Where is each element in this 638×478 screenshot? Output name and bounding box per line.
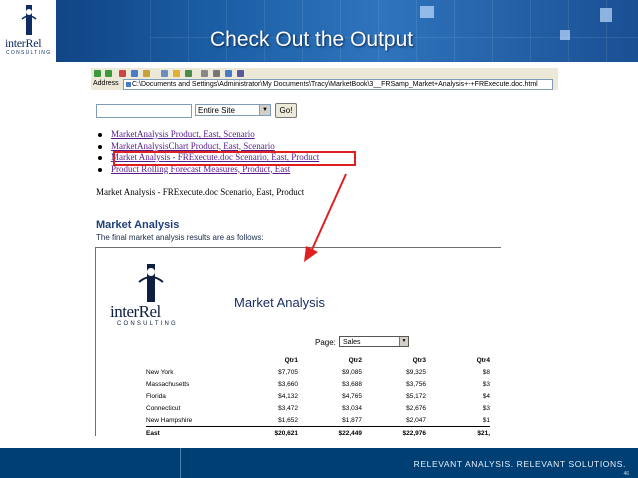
report-link[interactable]: MarketAnalysisChart Product, East, Scena… xyxy=(111,141,275,151)
table-cell: $3 xyxy=(482,404,490,412)
address-field[interactable]: C:\Documents and Settings\Administrator\… xyxy=(123,79,553,90)
table-cell: $3,688 xyxy=(342,380,362,388)
mail-icon[interactable] xyxy=(201,70,208,77)
doc-logo-name: interRel xyxy=(110,302,161,321)
table-cell: $1,877 xyxy=(342,416,362,424)
table-cell: $4,765 xyxy=(342,392,362,400)
forward-icon[interactable] xyxy=(105,70,112,77)
table-cell: $3,660 xyxy=(278,380,298,388)
slide-title: Check Out the Output xyxy=(210,28,414,51)
address-url: C:\Documents and Settings\Administrator\… xyxy=(132,81,538,88)
table-header-cell: Qtr4 xyxy=(476,356,490,364)
table-cell: $3 xyxy=(482,380,490,388)
search-input[interactable] xyxy=(96,104,192,118)
site-scope-select[interactable]: Entire Site ▼ xyxy=(195,104,271,116)
page-icon xyxy=(126,82,131,87)
table-cell: $21, xyxy=(426,426,490,436)
table-cell: $3,034 xyxy=(342,404,362,412)
site-scope-value: Entire Site xyxy=(198,106,235,115)
table-row: Connecticut $3,472 $3,034 $2,676 $3 xyxy=(146,402,490,414)
doc-logo-sub: CONSULTING xyxy=(117,321,178,327)
favorites-icon[interactable] xyxy=(173,70,180,77)
logo-name: interRel xyxy=(5,36,42,50)
footer-divider xyxy=(180,448,181,478)
page-select[interactable]: Sales ▼ xyxy=(339,336,409,347)
bullet-icon xyxy=(98,133,102,137)
chevron-down-icon[interactable]: ▼ xyxy=(259,105,270,115)
table-header-cell: Qtr3 xyxy=(412,356,426,364)
report-link[interactable]: MarketAnalysis Product, East, Scenario xyxy=(111,129,255,139)
table-cell: $2,047 xyxy=(406,416,426,424)
table-cell: $4 xyxy=(482,392,490,400)
table-cell: $5,172 xyxy=(406,392,426,400)
print-icon[interactable] xyxy=(213,70,220,77)
table-cell: $9,325 xyxy=(406,368,426,376)
table-header-cell: Qtr2 xyxy=(348,356,362,364)
table-header-cell: Qtr1 xyxy=(284,356,298,364)
table-cell: $3,472 xyxy=(278,404,298,412)
table-cell: $22,449 xyxy=(298,426,362,436)
table-header-row: Qtr1 Qtr2 Qtr3 Qtr4 xyxy=(146,354,490,366)
edit-icon[interactable] xyxy=(225,70,232,77)
back-icon[interactable] xyxy=(94,70,101,77)
header-square-decoration xyxy=(600,8,612,22)
interrel-logo: interRel CONSULTING xyxy=(0,0,56,62)
page-label: Page: xyxy=(315,338,336,347)
interrel-logo-mark-icon xyxy=(138,264,164,302)
list-item: MarketAnalysis Product, East, Scenario xyxy=(98,129,319,141)
row-label: Connecticut xyxy=(146,404,181,412)
table-cell: $4,132 xyxy=(278,392,298,400)
bullet-icon xyxy=(98,144,102,149)
row-label: Florida xyxy=(146,392,166,400)
discuss-icon[interactable] xyxy=(237,70,244,77)
table-row: New Hampshire $1,652 $1,877 $2,047 $1 xyxy=(146,414,490,427)
address-label: Address xyxy=(93,80,119,87)
header-square-decoration xyxy=(560,30,570,40)
table-row: New York $7,705 $9,085 $9,325 $8 xyxy=(146,366,490,378)
tagline: RELEVANT ANALYSIS. RELEVANT SOLUTIONS. xyxy=(413,459,626,469)
history-icon[interactable] xyxy=(185,70,192,77)
page-select-value: Sales xyxy=(343,339,361,346)
slide-header: interRel CONSULTING Check Out the Output xyxy=(0,0,638,62)
slide-footer: RELEVANT ANALYSIS. RELEVANT SOLUTIONS. 4… xyxy=(0,448,638,478)
table-cell: $7,705 xyxy=(278,368,298,376)
table-cell: $3,756 xyxy=(406,380,426,388)
table-cell: $1,652 xyxy=(278,416,298,424)
slide-number: 46 xyxy=(623,471,629,477)
embedded-report-document: interRel CONSULTING Market Analysis Page… xyxy=(95,247,501,436)
row-label: New York xyxy=(146,368,174,376)
home-icon[interactable] xyxy=(143,70,150,77)
doc-title: Market Analysis xyxy=(234,295,326,310)
section-heading: Market Analysis xyxy=(96,219,180,231)
interrel-logo-mark-icon xyxy=(21,5,37,35)
table-cell: $8 xyxy=(482,368,490,376)
table-row: Massachusetts $3,660 $3,688 $3,756 $3 xyxy=(146,378,490,390)
highlight-box xyxy=(113,151,356,166)
table-header-cell xyxy=(146,354,234,366)
callout-arrow-icon xyxy=(304,173,347,262)
bullet-icon xyxy=(98,156,102,160)
logo-sub: CONSULTING xyxy=(6,50,52,56)
table-cell: $2,676 xyxy=(406,404,426,412)
table-cell: $22,976 xyxy=(362,426,426,436)
row-label: Massachusetts xyxy=(146,380,190,388)
table-total-row: East $20,621 $22,449 $22,976 $21, xyxy=(146,426,490,436)
go-button[interactable]: Go! xyxy=(275,103,297,118)
bullet-icon xyxy=(98,167,102,172)
table-cell: $9,085 xyxy=(342,368,362,376)
chevron-down-icon[interactable]: ▼ xyxy=(399,337,408,346)
section-description: The final market analysis results are as… xyxy=(96,233,264,242)
row-label: New Hampshire xyxy=(146,416,193,424)
selected-report-line: Market Analysis - FRExecute.doc Scenario… xyxy=(96,187,305,197)
results-table: Qtr1 Qtr2 Qtr3 Qtr4 New York $7,705 $9,0… xyxy=(146,354,490,436)
address-bar: Address C:\Documents and Settings\Admini… xyxy=(91,79,558,90)
row-label: East xyxy=(146,426,234,436)
table-row: Florida $4,132 $4,765 $5,172 $4 xyxy=(146,390,490,402)
table-cell: $20,621 xyxy=(234,426,298,436)
search-icon[interactable] xyxy=(161,70,168,77)
header-square-decoration xyxy=(420,6,434,18)
stop-icon[interactable] xyxy=(119,70,126,77)
table-cell: $1 xyxy=(482,416,490,424)
refresh-icon[interactable] xyxy=(131,70,138,77)
